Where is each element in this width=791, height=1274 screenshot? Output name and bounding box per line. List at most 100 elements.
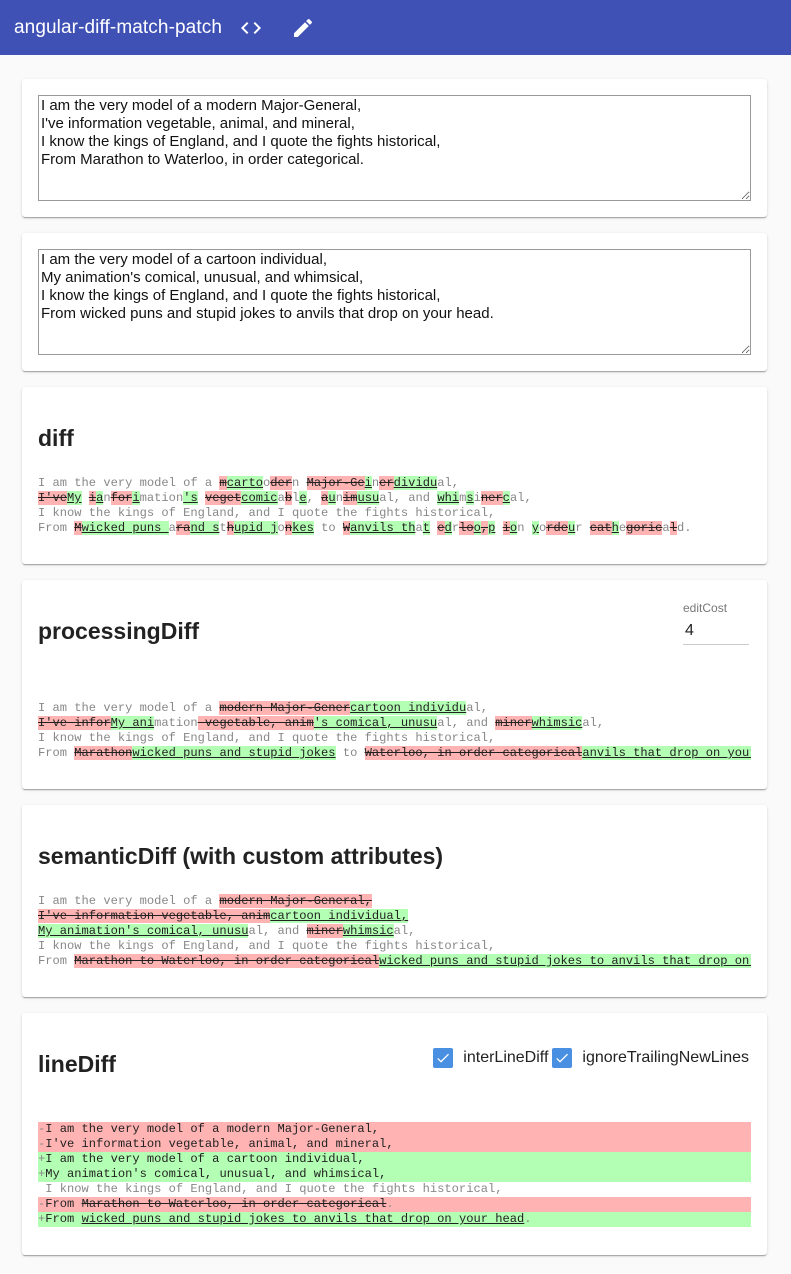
diff-deletion-segment: lo bbox=[459, 521, 474, 535]
pencil-icon[interactable] bbox=[288, 13, 318, 43]
diff-equal-segment: a bbox=[662, 521, 670, 535]
diff-line: I am the very model of a mcartoodern Maj… bbox=[38, 476, 751, 491]
diff-insertion-segment: 's comical, unusu bbox=[313, 716, 438, 730]
diff-deletion-segment: miner bbox=[306, 924, 343, 938]
semantic-diff-title: semanticDiff (with custom attributes) bbox=[38, 843, 444, 869]
diff-equal-segment: al, and bbox=[379, 491, 438, 505]
diff-insertion-segment: anvils th bbox=[350, 521, 416, 535]
right-textarea[interactable] bbox=[38, 249, 751, 355]
diff-equal-segment: I know the kings of England, and I quote… bbox=[38, 1182, 503, 1196]
diff-equal-segment: al, bbox=[582, 716, 605, 730]
inter-line-diff-checkbox[interactable]: interLineDiff bbox=[433, 1048, 548, 1068]
unchanged-line: I know the kings of England, and I quote… bbox=[38, 1182, 751, 1197]
edit-cost-input[interactable] bbox=[683, 615, 749, 645]
diff-insertion-segment: whimsic bbox=[342, 924, 394, 938]
diff-equal-segment: i bbox=[473, 491, 481, 505]
diff-deletion-segment: goric bbox=[626, 521, 663, 535]
diff-equal-segment: I know the kings of England, and I quote… bbox=[38, 939, 496, 953]
inserted-line: +From wicked puns and stupid jokes to an… bbox=[38, 1212, 751, 1227]
diff-equal-segment: o bbox=[277, 521, 285, 535]
diff-insertion-segment: i bbox=[364, 476, 372, 490]
diff-deletion-segment: I've information vegetable, anim bbox=[38, 909, 271, 923]
diff-insertion-segment: cartoon individu bbox=[350, 701, 467, 715]
diff-equal-segment: mation bbox=[139, 491, 184, 505]
diff-insertion-segment: nd s bbox=[190, 521, 220, 535]
diff-deletion-segment: ner bbox=[480, 491, 503, 505]
diff-insertion-segment: o bbox=[473, 521, 481, 535]
diff-equal-segment: d. bbox=[676, 521, 692, 535]
diff-equal-segment: a bbox=[277, 491, 285, 505]
diff-line: From Marathonwicked puns and stupid joke… bbox=[38, 746, 751, 761]
diff-line: I've inforMy animation vegetable, anim's… bbox=[38, 716, 751, 731]
diff-deletion-segment: I've bbox=[38, 491, 68, 505]
deleted-line: -I've information vegetable, animal, and… bbox=[38, 1137, 751, 1152]
diff-insertion-segment: carto bbox=[226, 476, 263, 490]
diff-equal-segment: . bbox=[386, 1197, 394, 1211]
checkbox-checked-icon[interactable] bbox=[433, 1048, 454, 1068]
diff-insertion-segment: My bbox=[67, 491, 82, 505]
processing-diff-title: processingDiff bbox=[38, 618, 200, 644]
diff-line: I am the very model of a modern Major-Ge… bbox=[38, 894, 751, 909]
inserted-line: +My animation's comical, unusual, and wh… bbox=[38, 1167, 751, 1182]
inserted-line: +I am the very model of a cartoon indivi… bbox=[38, 1152, 751, 1167]
diff-deletion-segment: e bbox=[437, 521, 445, 535]
diff-deletion-segment: modern Major-Gener bbox=[219, 701, 351, 715]
checkbox-checked-icon[interactable] bbox=[552, 1048, 573, 1068]
diff-deletion-segment: Marathon bbox=[74, 746, 133, 760]
diff-equal-segment bbox=[198, 491, 205, 505]
diff-line-text: My animation's comical, unusual, and whi… bbox=[45, 1167, 387, 1181]
diff-deletion-segment: er bbox=[379, 476, 394, 490]
diff-deletion-segment: n bbox=[284, 521, 293, 535]
line-diff-options: interLineDiff ignoreTrailingNewLines bbox=[433, 1048, 749, 1068]
diff-equal-segment: I know the kings of England, and I quote… bbox=[38, 731, 496, 745]
diff-deletion-segment: Major-Ge bbox=[306, 476, 365, 490]
diff-equal-segment bbox=[82, 491, 89, 505]
diff-line-text: I've information vegetable, animal, and … bbox=[45, 1137, 394, 1151]
diff-insertion-segment: i bbox=[132, 491, 140, 505]
diff-deletion-segment: h bbox=[226, 521, 234, 535]
diff-insertion-segment: whimsic bbox=[531, 716, 583, 730]
left-textarea[interactable] bbox=[38, 95, 751, 201]
diff-insertion-segment: dividu bbox=[393, 476, 438, 490]
code-icon[interactable] bbox=[236, 13, 266, 43]
diff-insertion-segment: d bbox=[444, 521, 452, 535]
diff-deletion-segment: Waterloo, in order categorical bbox=[364, 746, 583, 760]
diff-equal-segment: al, bbox=[509, 491, 532, 505]
diff-equal-segment: From bbox=[38, 746, 75, 760]
diff-line: I know the kings of England, and I quote… bbox=[38, 506, 751, 521]
diff-deletion-segment: modern Major-General, bbox=[219, 894, 372, 908]
diff-output: I am the very model of a mcarto o d er n Maj… bbox=[38, 476, 751, 536]
diff-equal-segment: al, bbox=[393, 924, 416, 938]
diff-equal-segment: n bbox=[292, 476, 307, 490]
diff-insertion-segment: wicked puns and stupid jokes to anvils t… bbox=[379, 954, 751, 968]
diff-insertion-segment: u bbox=[328, 491, 336, 505]
ignore-trailing-newlines-checkbox[interactable]: ignoreTrailingNewLines bbox=[552, 1048, 749, 1068]
processing-diff-output: I am the very model of a modern Major-Ge… bbox=[38, 701, 751, 761]
diff-line: I know the kings of England, and I quote… bbox=[38, 731, 751, 746]
diff-equal-segment: al, and bbox=[248, 924, 307, 938]
diff-equal-segment: I am the very model of a bbox=[38, 894, 220, 908]
diff-line: From Mwicked puns arand sthupid jonkes t… bbox=[38, 521, 751, 536]
processing-diff-card: processingDiff editCost I am the very mo… bbox=[22, 580, 767, 789]
diff-equal-segment: I am the very model of a bbox=[38, 476, 220, 490]
diff-insertion-segment: wicked puns bbox=[81, 521, 169, 535]
diff-deletion-segment: Marathon to Waterloo, in order categoric… bbox=[74, 954, 380, 968]
line-diff-card: lineDiff interLineDiff ignoreTrailingNew… bbox=[22, 1013, 767, 1255]
diff-deletion-segment: I've infor bbox=[38, 716, 111, 730]
diff-equal-segment: I am the very model of a bbox=[38, 701, 220, 715]
diff-equal-segment: to bbox=[313, 521, 343, 535]
diff-equal-segment: . bbox=[524, 1212, 532, 1226]
diff-equal-segment: I know the kings of England, and I quote… bbox=[38, 506, 496, 520]
diff-deletion-segment: m bbox=[219, 476, 227, 490]
diff-deletion-segment: miner bbox=[495, 716, 532, 730]
diff-insertion-segment: y bbox=[531, 521, 539, 535]
diff-equal-segment: From bbox=[38, 521, 75, 535]
inter-line-diff-label: interLineDiff bbox=[463, 1049, 549, 1066]
diff-card: diff I am the very model of a mcartooder… bbox=[22, 387, 767, 564]
diff-line: I know the kings of England, and I quote… bbox=[38, 939, 751, 954]
diff-line: I am the very model of a modern Major-Ge… bbox=[38, 701, 751, 716]
diff-equal-segment bbox=[495, 521, 502, 535]
diff-insertion-segment: e bbox=[299, 491, 307, 505]
ignore-trailing-newlines-label: ignoreTrailingNewLines bbox=[582, 1049, 749, 1066]
diff-equal-segment: t bbox=[219, 521, 227, 535]
